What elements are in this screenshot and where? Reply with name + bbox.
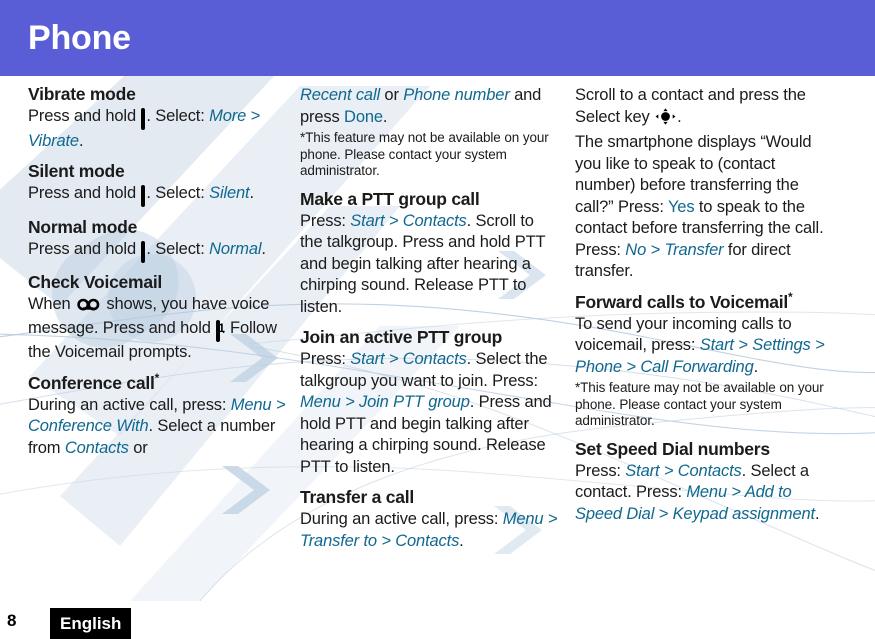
- section-heading: Normal mode: [28, 217, 286, 238]
- footnote-text: This feature may not be available on you…: [300, 130, 549, 178]
- section-heading: Conference call*: [28, 370, 286, 394]
- section-heading: Join an active PTT group: [300, 327, 558, 348]
- section-heading: Forward calls to Voicemail*: [575, 289, 833, 313]
- section-heading-text: Check Voicemail: [28, 272, 163, 292]
- soft-key-label: Done: [344, 107, 383, 126]
- body-text: .: [382, 107, 388, 126]
- menu-path: No > Transfer: [625, 240, 724, 259]
- menu-path: Start > Contacts: [625, 461, 742, 480]
- section-heading-text: Normal mode: [28, 216, 138, 237]
- section-heading-text: Silent mode: [28, 161, 125, 181]
- home-key-icon: [141, 108, 146, 131]
- section-body: The smartphone displays “Would you like …: [575, 132, 833, 283]
- footnote-marker: *: [154, 370, 160, 385]
- section-body: During an active call, press: Menu > Con…: [28, 395, 286, 460]
- select-key-icon: [655, 107, 676, 132]
- section-heading: Vibrate mode: [28, 84, 286, 105]
- soft-key-label: Yes: [667, 197, 695, 216]
- page-footer: 8 English: [0, 597, 875, 639]
- body-text: Press:: [300, 211, 351, 230]
- body-text: .: [78, 131, 84, 150]
- section-body: Press and hold . Select: Normal.: [28, 239, 286, 264]
- section-body: During an active call, press: Menu > Tra…: [300, 509, 558, 552]
- body-text: . Select:: [146, 184, 210, 202]
- home-key-icon: [141, 240, 146, 264]
- body-text: .: [677, 107, 682, 126]
- body-text: .: [261, 239, 266, 258]
- body-text: When: [28, 295, 75, 313]
- manual-page: Phone Vibrate mode Press and hold . Selec…: [0, 0, 875, 639]
- content-columns: Vibrate mode Press and hold . Select: Mor…: [0, 84, 875, 594]
- body-text: .: [814, 504, 820, 523]
- body-text: During an active call, press:: [300, 510, 503, 528]
- section-heading-text: Conference call: [28, 372, 155, 393]
- body-text: Press and hold: [28, 107, 141, 125]
- home-key-icon: [141, 185, 146, 208]
- column-3: Scroll to a contact and press the Select…: [575, 84, 833, 525]
- body-text: During an active call, press:: [28, 395, 231, 414]
- body-text: .: [249, 184, 254, 202]
- section-heading-text: Make a PTT group call: [300, 188, 480, 209]
- menu-path: Start > Contacts: [350, 211, 467, 230]
- page-header: Phone: [0, 0, 875, 76]
- section-heading-text: Join an active PTT group: [300, 327, 503, 347]
- body-text: . Select:: [146, 107, 210, 125]
- section-heading: Silent mode: [28, 161, 286, 182]
- language-badge: English: [50, 608, 132, 639]
- body-text: Press and hold: [28, 184, 141, 202]
- body-text: Press:: [300, 350, 351, 368]
- column-1: Vibrate mode Press and hold . Select: Mor…: [28, 84, 286, 459]
- body-text: or: [128, 438, 148, 457]
- footnote: *This feature may not be available on yo…: [575, 380, 833, 430]
- section-heading: Set Speed Dial numbers: [575, 439, 833, 460]
- section-body: Press: Start > Contacts. Select the talk…: [300, 349, 558, 478]
- body-text: or: [379, 86, 404, 104]
- footnote-text: This feature may not be available on you…: [575, 380, 824, 428]
- menu-path: Phone number: [403, 86, 510, 104]
- key-1-icon: 1: [216, 319, 225, 343]
- section-heading-text: Forward calls to Voicemail: [575, 291, 788, 312]
- menu-path: Start > Contacts: [350, 350, 467, 368]
- section-heading: Make a PTT group call: [300, 189, 558, 210]
- page-title: Phone: [28, 19, 131, 57]
- body-text: . Select:: [146, 239, 210, 258]
- section-body: Press and hold . Select: Silent.: [28, 183, 286, 208]
- page-number: 8: [7, 611, 17, 630]
- section-body: Press and hold . Select: More > Vibrate.: [28, 106, 286, 152]
- section-body: When shows, you have voice message. Pres…: [28, 294, 286, 364]
- body-text: .: [459, 531, 464, 550]
- section-body: Press: Start > Contacts. Select a contac…: [575, 461, 833, 526]
- body-text: Press and hold: [28, 239, 141, 258]
- footnote-marker: *: [787, 289, 793, 304]
- menu-path: Menu > Join PTT group: [300, 393, 470, 411]
- section-heading-text: Vibrate mode: [28, 84, 136, 104]
- section-body: Scroll to a contact and press the Select…: [575, 85, 833, 131]
- menu-path: Normal: [209, 239, 262, 258]
- column-2: Recent call or Phone number and press Do…: [300, 84, 558, 552]
- menu-path: Recent call: [300, 86, 380, 104]
- body-text: Press:: [575, 461, 626, 480]
- voicemail-icon: [77, 296, 100, 318]
- menu-path: Silent: [209, 184, 250, 202]
- section-heading-text: Transfer a call: [300, 487, 414, 507]
- menu-path: Contacts: [64, 438, 129, 457]
- section-heading: Check Voicemail: [28, 272, 286, 293]
- section-heading-text: Set Speed Dial numbers: [575, 438, 770, 459]
- section-body: To send your incoming calls to voicemail…: [575, 314, 833, 379]
- section-body: Press: Start > Contacts. Scroll to the t…: [300, 211, 558, 319]
- body-text: .: [753, 357, 759, 376]
- body-text: Scroll to a contact and press the Select…: [575, 86, 806, 126]
- footnote: *This feature may not be available on yo…: [300, 130, 558, 180]
- section-heading: Transfer a call: [300, 487, 558, 508]
- section-body: Recent call or Phone number and press Do…: [300, 85, 558, 128]
